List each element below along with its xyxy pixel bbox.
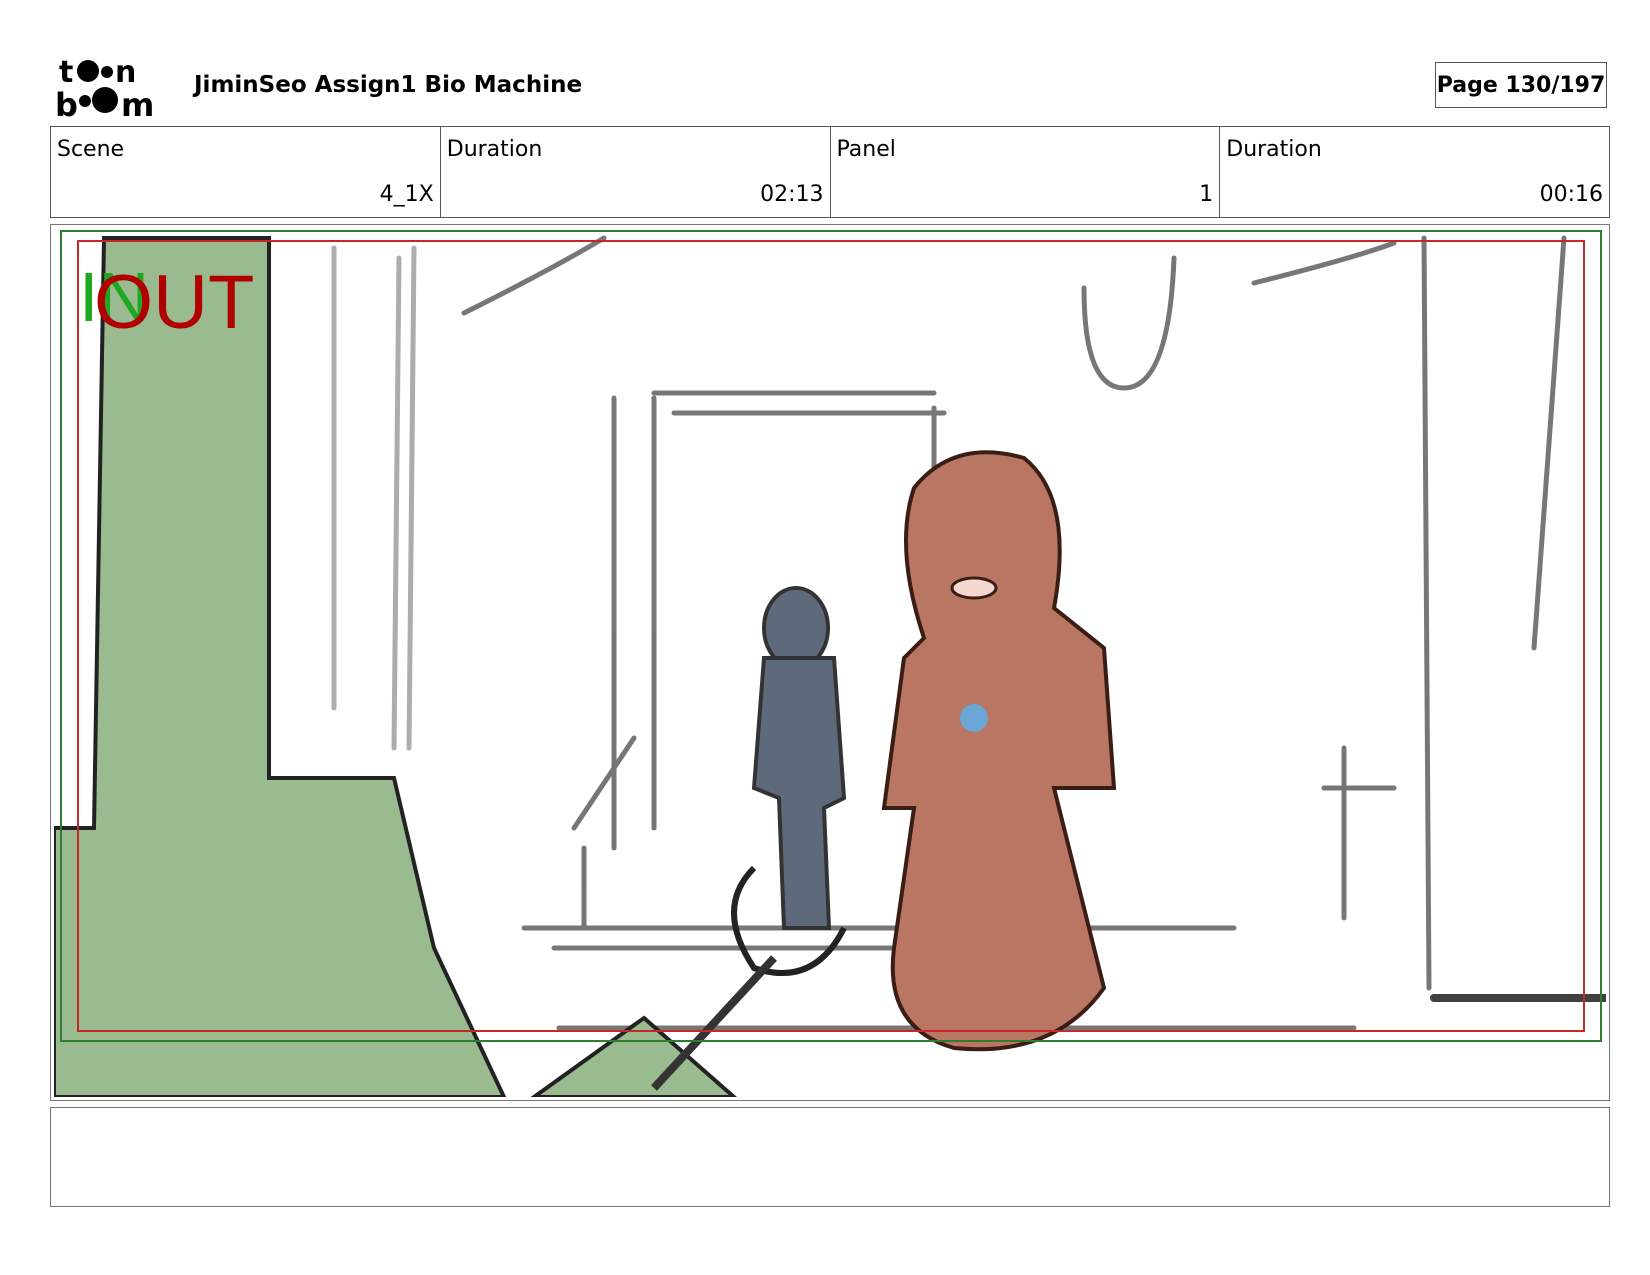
- scene-value: 4_1X: [379, 182, 434, 207]
- panel-duration-value: 00:16: [1539, 182, 1603, 207]
- out-marker: OUT: [94, 260, 254, 345]
- duration-value: 02:13: [760, 182, 824, 207]
- panel-duration-cell: Duration 00:16: [1220, 127, 1609, 217]
- panel-value: 1: [1199, 182, 1214, 207]
- scene-label: Scene: [57, 137, 125, 162]
- panel-notes-box: [50, 1107, 1610, 1207]
- svg-text:t: t: [59, 55, 73, 90]
- scene-cell: Scene 4_1X: [51, 127, 441, 217]
- toon-boom-logo: t n b m: [55, 55, 154, 118]
- panel-label: Panel: [836, 137, 896, 162]
- panel-cell: Panel 1: [831, 127, 1221, 217]
- svg-text:m: m: [121, 86, 154, 118]
- page-number: Page 130/197: [1435, 62, 1607, 108]
- storyboard-panel: IN OUT: [50, 224, 1610, 1101]
- panel-info-table: Scene 4_1X Duration 02:13 Panel 1 Duration 0…: [50, 126, 1610, 218]
- duration-label: Duration: [446, 137, 543, 162]
- svg-text:b: b: [55, 86, 78, 118]
- svg-text:n: n: [115, 55, 136, 90]
- panel-duration-label: Duration: [1226, 137, 1322, 162]
- panel-drawing: IN OUT: [54, 230, 1606, 1097]
- project-title: JiminSeo Assign1 Bio Machine: [194, 72, 583, 98]
- scene-duration-cell: Duration 02:13: [441, 127, 831, 217]
